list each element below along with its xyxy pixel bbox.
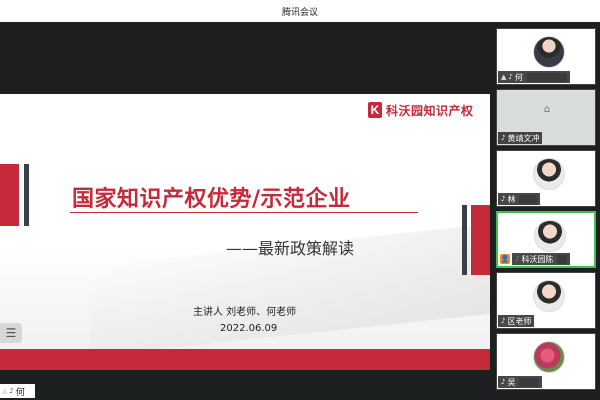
participant-sidebar: ▲ ♪ 何 ⌂ ♪ 黄靖文冲 ♪ 林 👤 ♪ 科沃园陈 ♪ 区老师 ♪ 吴 (492, 22, 600, 400)
participant-name: 何 (514, 72, 523, 82)
participant-label: ♪ 黄靖文冲 (498, 132, 543, 144)
mic-icon: ♪ (508, 73, 513, 81)
decor-bar-left-dark (24, 164, 29, 226)
avatar (534, 220, 566, 252)
avatar-placeholder-icon: ⌂ (543, 104, 551, 115)
screen-share-icon: ▲ (2, 387, 8, 395)
name-redaction (557, 254, 568, 264)
participant-label: ▲ ♪ 何 (498, 71, 570, 83)
decor-bar-right-dark (462, 205, 467, 275)
participant-tile-speaking[interactable]: 👤 ♪ 科沃园陈 (496, 211, 596, 268)
host-name-tag: ▲ ♪ 何 (0, 384, 35, 398)
company-logo: K 科沃园知识产权 (368, 101, 474, 119)
logo-name: 科沃园知识产权 (386, 103, 474, 118)
name-redaction (519, 194, 538, 204)
participant-name: 区老师 (507, 316, 532, 326)
name-redaction (526, 72, 567, 82)
avatar (533, 36, 565, 68)
participant-tile[interactable]: ♪ 区老师 (496, 272, 596, 329)
participant-tile[interactable]: ♪ 吴 (496, 333, 596, 390)
participant-label: ♪ 吴 (498, 376, 543, 388)
slide-presenter: 主讲人 刘老师、何老师 (193, 307, 297, 318)
slide-subtitle: ——最新政策解读 (226, 239, 355, 258)
participant-label: ♪ 林 (498, 193, 541, 205)
mic-icon: ♪ (501, 378, 506, 386)
mic-icon: ♪ (501, 195, 506, 203)
participant-tile[interactable]: ▲ ♪ 何 (496, 28, 596, 85)
avatar (533, 158, 565, 190)
window-title: 腾讯会议 (281, 7, 318, 18)
slide-date: 2022.06.09 (220, 323, 278, 334)
name-redaction (519, 377, 540, 387)
decor-bottom-band (0, 349, 490, 370)
participant-label: ♪ 科沃园陈 (512, 253, 571, 265)
mic-icon: ♪ (501, 134, 506, 142)
participant-label: ♪ 区老师 (498, 315, 535, 327)
avatar (533, 341, 565, 373)
decor-bar-left-red (0, 164, 19, 226)
participant-name: 黄靖文冲 (507, 133, 540, 143)
participant-name: 科沃园陈 (521, 254, 554, 264)
mic-icon: ♪ (9, 387, 14, 395)
decor-bar-right-red (471, 205, 490, 275)
menu-icon[interactable]: ☰ (0, 323, 22, 343)
presentation-slide: K 科沃园知识产权 国家知识产权优势/示范企业 ——最新政策解读 主讲人 刘老师… (0, 94, 490, 370)
mic-active-icon: ♪ (515, 255, 520, 263)
slide-title: 国家知识产权优势/示范企业 (72, 187, 351, 212)
logo-mark: K (368, 102, 382, 118)
avatar (533, 280, 565, 312)
user-icon: 👤 (500, 254, 510, 264)
window-titlebar: 腾讯会议 (0, 0, 600, 22)
screen-share-icon: ▲ (501, 73, 507, 81)
participant-name: 吴 (507, 377, 516, 387)
title-underline (70, 212, 418, 213)
host-name: 何 (15, 387, 25, 398)
participant-tile[interactable]: ⌂ ♪ 黄靖文冲 (496, 89, 596, 146)
participant-tile[interactable]: ♪ 林 (496, 150, 596, 207)
shared-screen-area: K 科沃园知识产权 国家知识产权优势/示范企业 ——最新政策解读 主讲人 刘老师… (0, 22, 490, 400)
participant-name: 林 (507, 194, 516, 204)
mic-icon: ♪ (501, 317, 506, 325)
